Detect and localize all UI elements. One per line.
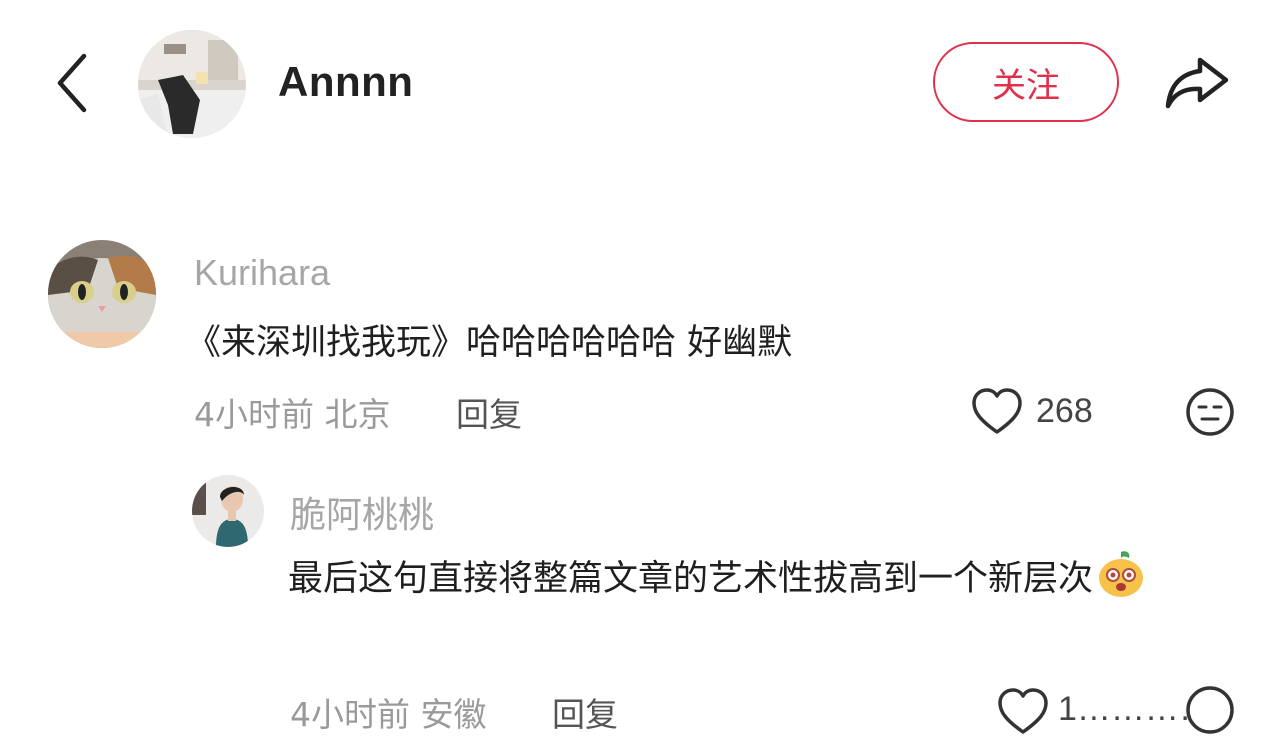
author-name[interactable]: Annnn xyxy=(278,58,413,106)
comment-text-body: 最后这句直接将整篇文章的艺术性拔高到一个新层次 xyxy=(288,559,1094,599)
commenter-username[interactable]: 脆阿桃桃 xyxy=(290,486,434,538)
neutral-face-icon xyxy=(1186,388,1234,436)
comment-time-location: 4小时前 安徽 xyxy=(290,695,487,734)
like-count: 1………… xyxy=(1058,690,1188,728)
heart-icon xyxy=(998,688,1048,734)
like-count: 268 xyxy=(1036,392,1093,430)
heart-icon xyxy=(972,388,1022,434)
like-button[interactable] xyxy=(970,386,1024,438)
cat-avatar-image xyxy=(48,240,156,348)
neutral-face-icon xyxy=(1186,686,1234,734)
dislike-button[interactable] xyxy=(1184,386,1236,438)
follow-button[interactable]: 关注 xyxy=(933,42,1119,122)
like-button[interactable] xyxy=(996,686,1050,738)
user-avatar-image xyxy=(192,475,264,547)
chevron-left-icon xyxy=(57,53,87,113)
sticker-emoji-icon xyxy=(1095,548,1147,600)
author-avatar[interactable] xyxy=(138,30,246,138)
commenter-avatar[interactable] xyxy=(48,240,156,348)
commenter-avatar[interactable] xyxy=(192,475,264,547)
dislike-button[interactable] xyxy=(1184,684,1236,736)
share-button[interactable] xyxy=(1160,46,1234,118)
reply-button[interactable]: 回复 xyxy=(552,688,618,736)
comment-text: 最后这句直接将整篇文章的艺术性拔高到一个新层次 xyxy=(288,548,1228,610)
comment-text: 《来深圳找我玩》哈哈哈哈哈哈 好幽默 xyxy=(186,323,793,363)
commenter-username[interactable]: Kurihara xyxy=(194,252,330,294)
author-avatar-image xyxy=(138,30,246,138)
share-arrow-icon xyxy=(1165,57,1229,109)
back-button[interactable] xyxy=(50,48,100,118)
comment-time-location: 4小时前 北京 xyxy=(194,395,391,434)
reply-button[interactable]: 回复 xyxy=(456,388,522,436)
